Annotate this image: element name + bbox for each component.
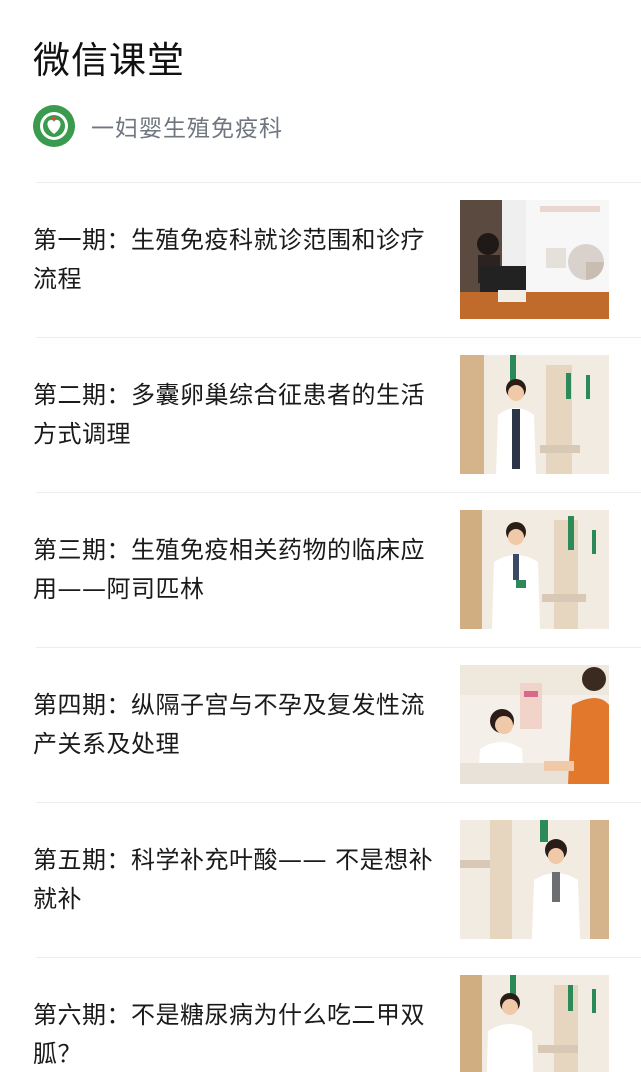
hospital-logo-icon <box>33 105 75 147</box>
article-thumbnail <box>460 355 609 474</box>
article-title: 第三期：生殖免疫相关药物的临床应用——阿司匹林 <box>33 536 425 603</box>
article-thumbnail <box>460 665 609 784</box>
page-title: 微信课堂 <box>33 39 185 82</box>
wechat-class-page: 微信课堂 一妇婴生殖免疫科 第一期：生殖免疫科就诊范围和诊疗流程 第二期：多囊卵… <box>0 0 641 1072</box>
article-thumbnail <box>460 200 609 319</box>
article-title: 第四期：纵隔子宫与不孕及复发性流产关系及处理 <box>33 691 425 758</box>
article-item[interactable]: 第二期：多囊卵巢综合征患者的生活方式调理 <box>33 337 641 492</box>
article-item[interactable]: 第三期：生殖免疫相关药物的临床应用——阿司匹林 <box>33 492 641 647</box>
article-item[interactable]: 第五期：科学补充叶酸—— 不是想补就补 <box>33 802 641 957</box>
article-thumbnail <box>460 975 609 1072</box>
article-item[interactable]: 第一期：生殖免疫科就诊范围和诊疗流程 <box>33 182 641 337</box>
article-list: 第一期：生殖免疫科就诊范围和诊疗流程 第二期：多囊卵巢综合征患者的生活方式调理 … <box>0 182 641 1072</box>
article-title: 第六期：不是糖尿病为什么吃二甲双胍？ <box>33 1001 425 1068</box>
article-item[interactable]: 第六期：不是糖尿病为什么吃二甲双胍？ <box>33 957 641 1072</box>
article-title: 第一期：生殖免疫科就诊范围和诊疗流程 <box>33 226 425 293</box>
article-thumbnail <box>460 510 609 629</box>
article-title: 第五期：科学补充叶酸—— 不是想补就补 <box>33 846 434 913</box>
account-row[interactable]: 一妇婴生殖免疫科 <box>33 104 283 148</box>
article-title: 第二期：多囊卵巢综合征患者的生活方式调理 <box>33 381 425 448</box>
article-item[interactable]: 第四期：纵隔子宫与不孕及复发性流产关系及处理 <box>33 647 641 802</box>
article-thumbnail <box>460 820 609 939</box>
account-name: 一妇婴生殖免疫科 <box>91 116 283 142</box>
